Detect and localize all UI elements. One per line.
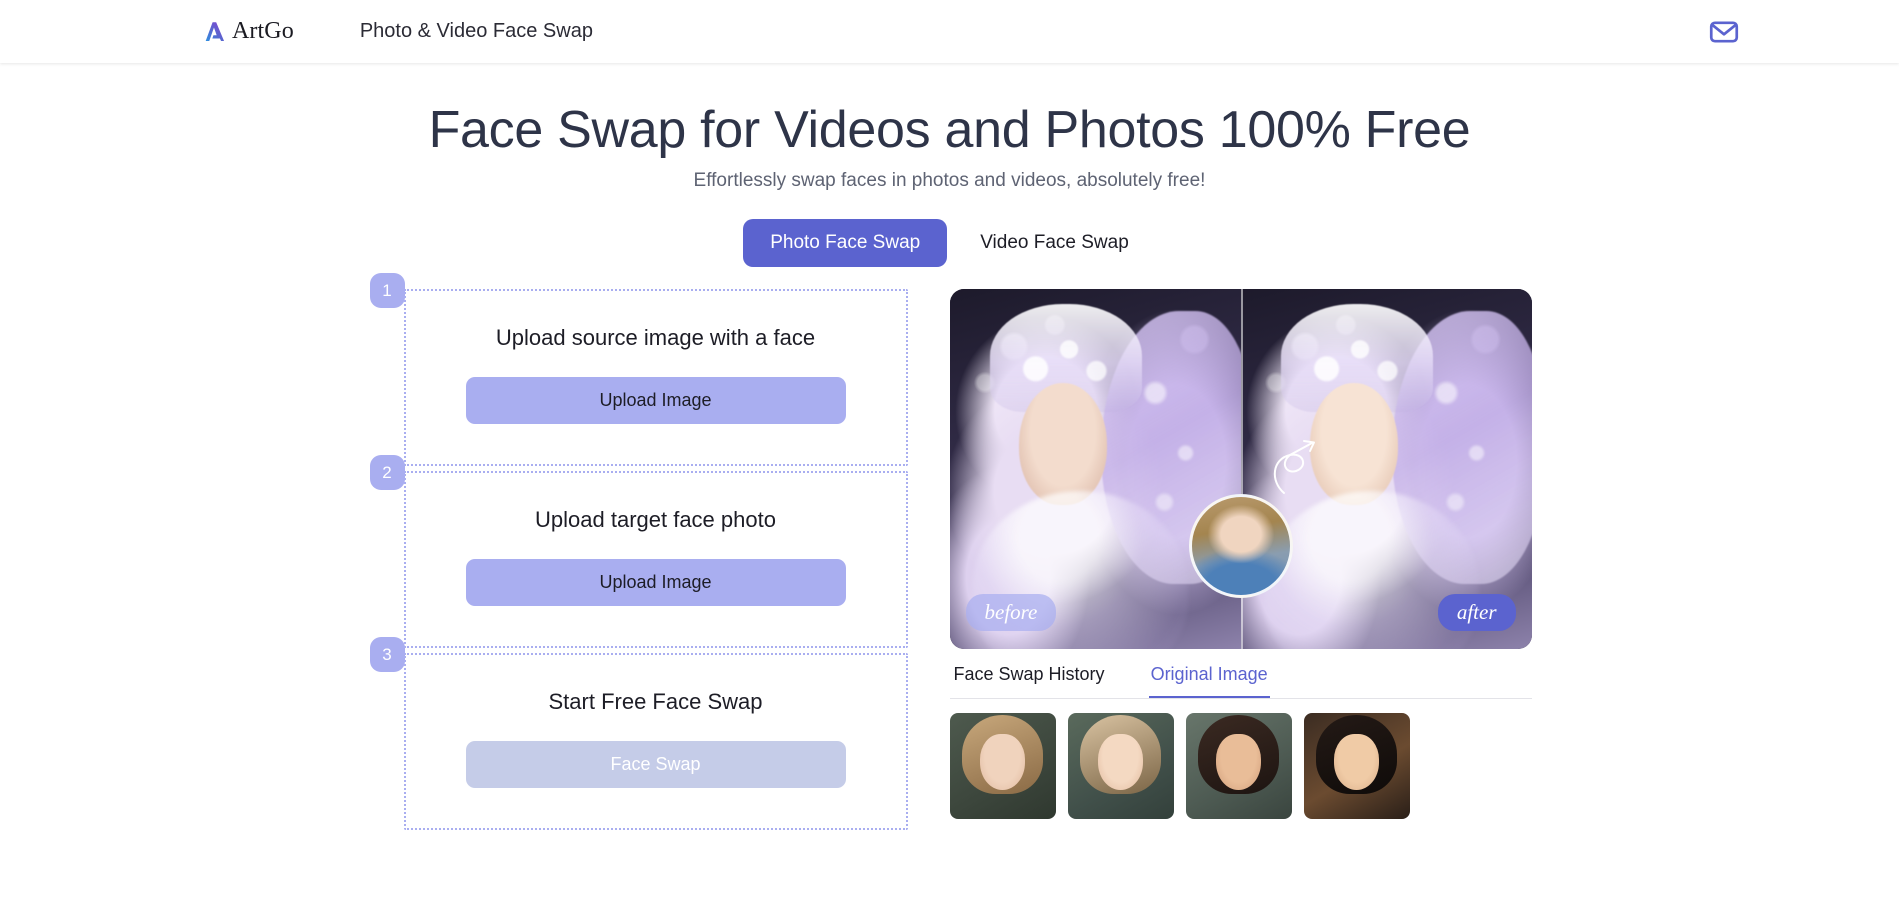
upload-source-image-button[interactable]: Upload Image	[465, 377, 846, 425]
main-area: 1 Upload source image with a face Upload…	[0, 273, 1899, 831]
tab-original-image[interactable]: Original Image	[1148, 658, 1270, 699]
before-face	[1019, 382, 1107, 506]
preview-column: before after Face Swap History Original …	[949, 289, 1532, 820]
after-face	[1310, 382, 1398, 506]
step-2-badge: 2	[369, 455, 405, 491]
portrait-image	[1067, 713, 1174, 820]
page-title: Face Swap for Videos and Photos 100% Fre…	[428, 101, 1471, 159]
mail-envelope-icon[interactable]	[1707, 15, 1741, 49]
step-3-badge: 3	[369, 637, 405, 673]
step-3-start-swap: 3 Start Free Face Swap Face Swap	[369, 637, 908, 831]
step-1-upload-source: 1 Upload source image with a face Upload…	[369, 273, 908, 467]
thumbnail-1[interactable]	[949, 713, 1056, 820]
step-3-title: Start Free Face Swap	[548, 689, 763, 715]
steps-column: 1 Upload source image with a face Upload…	[368, 273, 908, 831]
brand-area[interactable]: ArtGo	[200, 18, 294, 45]
portrait-image	[1185, 713, 1292, 820]
thumbnail-strip	[949, 713, 1532, 820]
portrait-image	[1303, 713, 1410, 820]
page-subtitle: Effortlessly swap faces in photos and vi…	[693, 170, 1206, 192]
step-1-badge: 1	[369, 273, 405, 309]
thumbnail-3[interactable]	[1185, 713, 1292, 820]
thumbnail-2[interactable]	[1067, 713, 1174, 820]
step-2-title: Upload target face photo	[535, 507, 776, 533]
portrait-image	[949, 713, 1056, 820]
upload-target-image-button[interactable]: Upload Image	[465, 559, 846, 607]
step-2-upload-target: 2 Upload target face photo Upload Image	[369, 455, 908, 649]
after-label: after	[1437, 594, 1516, 632]
tab-video-face-swap[interactable]: Video Face Swap	[953, 219, 1156, 267]
face-swap-button[interactable]: Face Swap	[465, 741, 846, 789]
mode-tab-bar: Photo Face Swap Video Face Swap	[0, 219, 1899, 268]
before-after-preview[interactable]: before after	[949, 289, 1532, 650]
tab-face-swap-history[interactable]: Face Swap History	[952, 658, 1107, 698]
thumbnail-4[interactable]	[1303, 713, 1410, 820]
result-tab-bar: Face Swap History Original Image	[949, 658, 1532, 700]
header-actions	[1707, 15, 1741, 49]
before-label: before	[965, 594, 1057, 632]
artgo-logo-icon	[200, 19, 226, 45]
app-header: ArtGo Photo & Video Face Swap	[0, 0, 1899, 63]
tab-photo-face-swap[interactable]: Photo Face Swap	[743, 219, 948, 268]
page-content: Face Swap for Videos and Photos 100% Fre…	[0, 63, 1899, 912]
header-tagline: Photo & Video Face Swap	[359, 20, 593, 42]
source-face-thumbnail	[1188, 494, 1293, 599]
brand-name: ArtGo	[232, 18, 294, 44]
step-1-title: Upload source image with a face	[495, 325, 816, 351]
